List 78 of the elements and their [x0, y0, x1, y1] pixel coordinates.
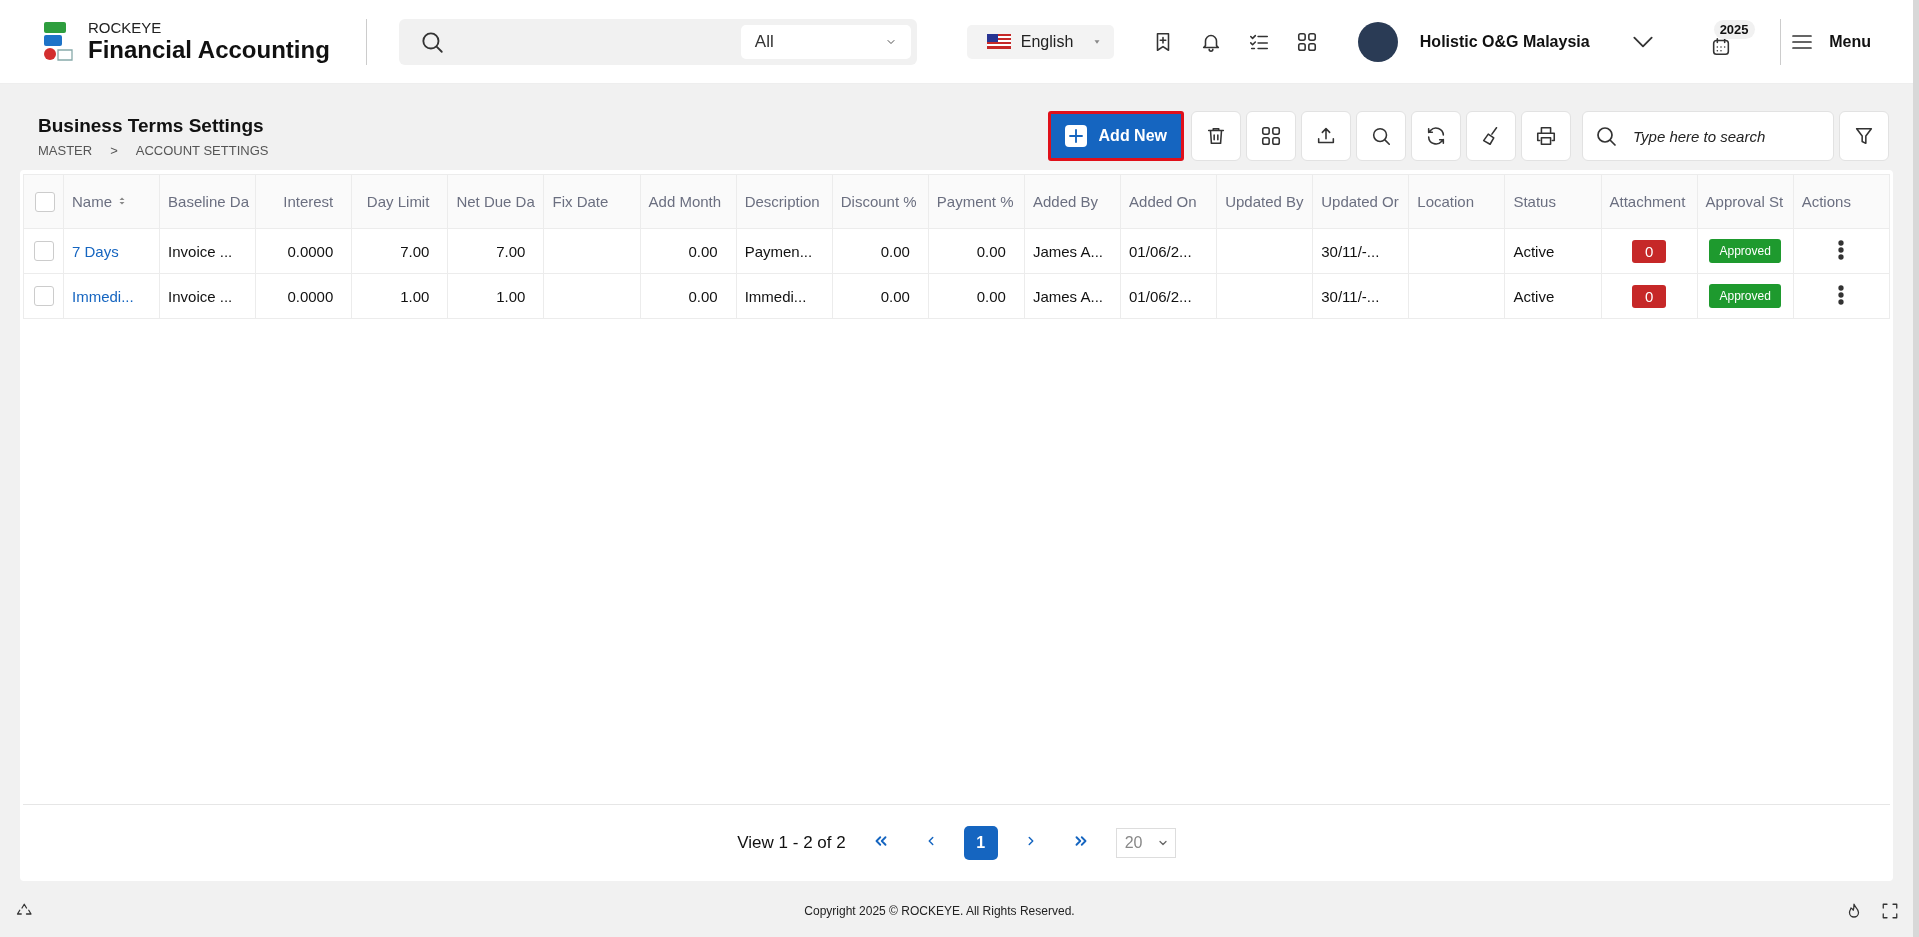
print-button[interactable] [1521, 111, 1571, 161]
grid-icon [1260, 125, 1282, 147]
table-search-field[interactable]: Type here to search [1582, 111, 1834, 161]
column-header[interactable]: Status [1513, 193, 1556, 210]
search-icon [1370, 125, 1392, 147]
column-header[interactable]: Name [72, 193, 112, 210]
attachment-count[interactable]: 0 [1632, 239, 1667, 263]
table-cell: 0.00 [976, 242, 1006, 260]
refresh-button[interactable] [1411, 111, 1461, 161]
column-header[interactable]: Fix Date [552, 193, 609, 210]
fullscreen-icon [1881, 902, 1899, 920]
add-new-button[interactable]: Add New [1047, 111, 1184, 161]
table-cell: Active [1513, 242, 1555, 260]
approval-status-tag: Approved [1709, 284, 1781, 308]
avatar[interactable] [1357, 21, 1398, 62]
breadcrumb-item[interactable]: ACCOUNT SETTINGS [135, 142, 269, 158]
table-cell: 7.00 [496, 242, 526, 260]
approval-status-tag: Approved [1709, 239, 1781, 263]
column-header[interactable]: Interest [283, 193, 334, 210]
table-cell: 0.00 [976, 287, 1006, 305]
table-cell: Invoice ... [168, 242, 233, 260]
table-cell: 0.0000 [287, 287, 334, 305]
refresh-icon [1425, 125, 1447, 147]
breadcrumb-separator: > [110, 142, 118, 158]
table-cell: 30/11/-... [1321, 242, 1380, 260]
table-cell: 0.00 [688, 287, 718, 305]
logo-icon [42, 19, 76, 64]
kebab-menu-icon [1837, 238, 1846, 261]
delete-button[interactable] [1191, 111, 1241, 161]
printer-icon [1535, 125, 1557, 147]
flag-icon [986, 34, 1011, 49]
page-title: Business Terms Settings [38, 114, 265, 137]
brand-name: ROCKEYE [88, 20, 163, 37]
select-all-checkbox[interactable] [34, 191, 55, 212]
search-button[interactable] [1356, 111, 1406, 161]
upload-button[interactable] [1301, 111, 1351, 161]
filter-button[interactable] [1839, 111, 1889, 161]
grid-icon [1295, 30, 1318, 53]
table-cell: 0.00 [880, 242, 910, 260]
table-cell: Immedi... [744, 287, 807, 305]
grid-view-button[interactable] [1246, 111, 1296, 161]
attachment-count[interactable]: 0 [1632, 284, 1667, 308]
clear-button[interactable] [1466, 111, 1516, 161]
column-header[interactable]: Location [1417, 193, 1475, 210]
breadcrumb-item[interactable]: MASTER [38, 142, 93, 158]
row-checkbox[interactable] [33, 241, 54, 261]
term-name-link[interactable]: 7 Days [72, 242, 119, 260]
kebab-menu-icon [1837, 283, 1846, 306]
global-search-field[interactable]: All [398, 18, 917, 65]
app-title: Financial Accounting [88, 36, 330, 63]
table-cell: 0.00 [688, 242, 718, 260]
column-header[interactable]: Actions [1801, 193, 1851, 210]
page-size-dropdown[interactable]: 20 [1115, 828, 1176, 858]
year-badge: 2025 [1713, 19, 1755, 39]
table-cell: 0.0000 [287, 242, 334, 260]
menu-button[interactable]: Menu [1783, 28, 1877, 55]
page-button[interactable]: 1 [963, 826, 998, 860]
table-cell: 30/11/-... [1321, 287, 1380, 305]
table-cell: 01/06/2... [1129, 287, 1192, 305]
table-cell: James A... [1032, 287, 1103, 305]
company-name[interactable]: Holistic O&G Malaysia [1419, 32, 1590, 51]
search-scope-dropdown[interactable]: All [740, 24, 911, 59]
plus-icon [1066, 127, 1085, 145]
table-cell: 0.00 [880, 287, 910, 305]
table-cell: Paymen... [744, 242, 813, 260]
table-cell: 01/06/2... [1129, 242, 1192, 260]
table-cell: 7.00 [400, 242, 430, 260]
table-cell: Invoice ... [168, 287, 233, 305]
table-cell: James A... [1032, 242, 1103, 260]
pagination-summary: View 1 - 2 of 2 [737, 833, 846, 853]
row-checkbox[interactable] [33, 286, 54, 306]
trash-icon [1205, 125, 1227, 147]
table-cell: Active [1513, 287, 1555, 305]
language-selector[interactable]: English [966, 24, 1114, 59]
filter-icon [1853, 125, 1875, 147]
copyright-text: Copyright 2025 © ROCKEYE. All Rights Reserved. [804, 904, 1075, 918]
table-cell: 1.00 [400, 287, 430, 305]
table-cell: 1.00 [496, 287, 526, 305]
